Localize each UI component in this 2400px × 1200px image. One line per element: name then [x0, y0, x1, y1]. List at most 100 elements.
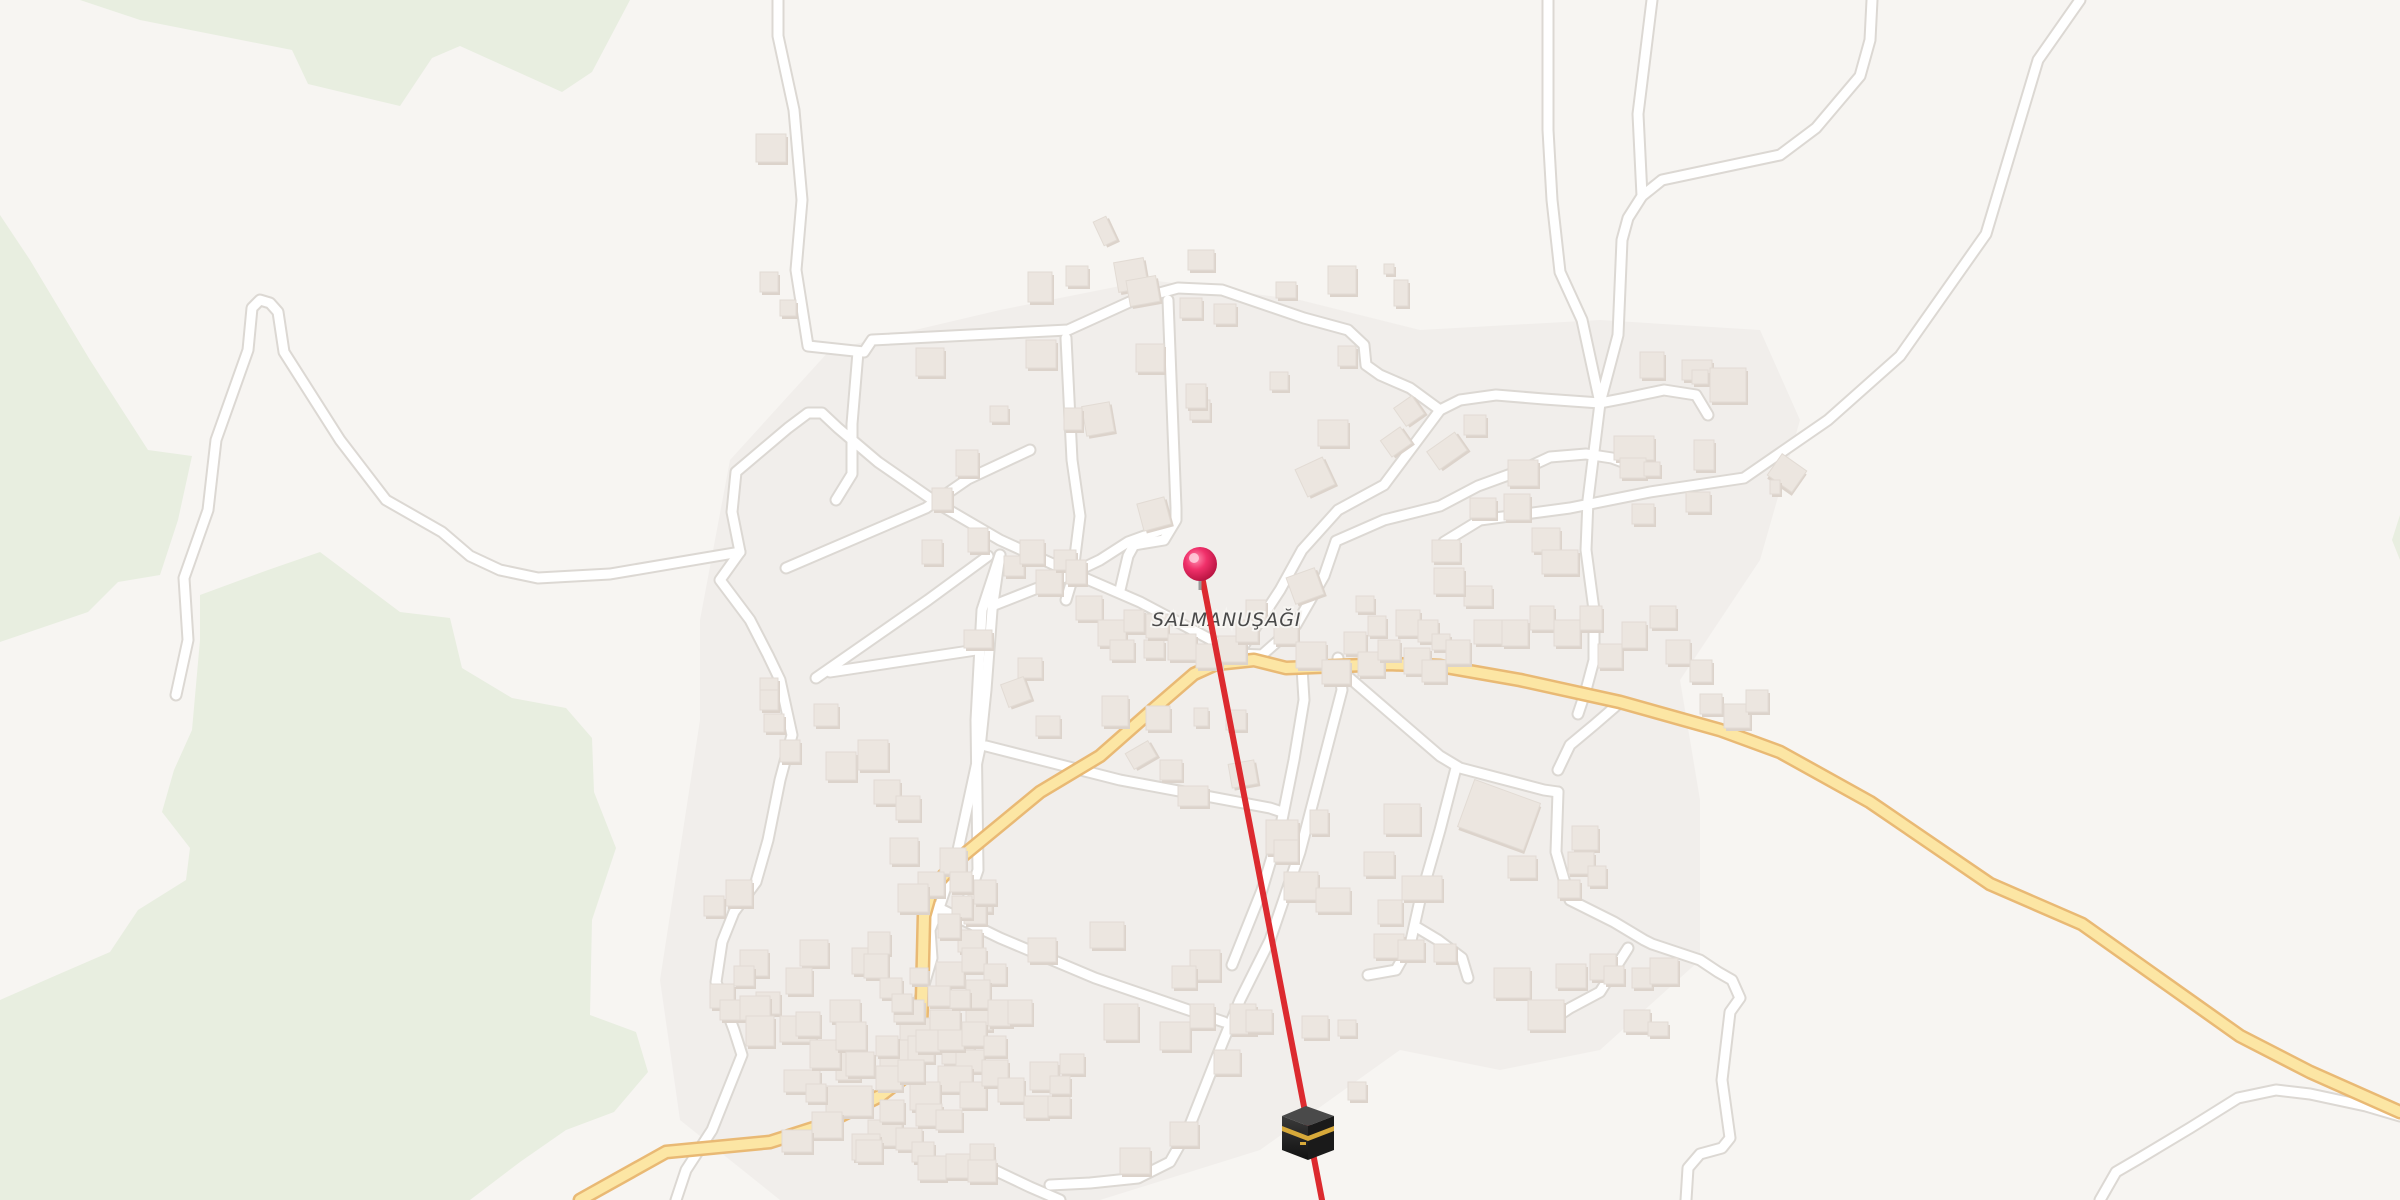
building: [1393, 279, 1410, 309]
building: [1689, 659, 1714, 685]
building: [1587, 865, 1608, 889]
building: [1123, 609, 1146, 635]
building: [1431, 539, 1462, 565]
building: [1135, 343, 1166, 375]
building: [1245, 1009, 1274, 1035]
building: [1035, 569, 1064, 597]
building: [1065, 559, 1088, 587]
building: [1059, 1053, 1086, 1077]
building: [1125, 275, 1163, 310]
building: [955, 449, 980, 479]
building: [1327, 265, 1358, 297]
building: [785, 967, 814, 997]
building: [1159, 759, 1184, 783]
building: [983, 1035, 1008, 1059]
building: [863, 953, 890, 981]
building: [1317, 419, 1350, 449]
building: [1337, 345, 1358, 369]
building: [811, 1111, 844, 1141]
building: [1109, 639, 1136, 663]
building: [1377, 899, 1404, 927]
building: [813, 703, 840, 729]
building: [1433, 943, 1458, 965]
building: [1555, 963, 1588, 991]
building: [1401, 875, 1444, 903]
building: [795, 1011, 822, 1039]
building: [949, 871, 974, 895]
building: [1541, 549, 1580, 577]
building: [1421, 659, 1448, 685]
building: [1027, 937, 1058, 965]
building: [1745, 689, 1770, 715]
building: [889, 837, 920, 867]
building: [1649, 957, 1680, 987]
building: [1171, 965, 1198, 991]
building: [1167, 633, 1198, 663]
building: [1685, 491, 1712, 515]
building: [1553, 619, 1582, 649]
building: [1035, 715, 1062, 739]
building: [1639, 351, 1666, 381]
building: [1507, 459, 1540, 489]
building: [1503, 493, 1532, 523]
building: [867, 931, 892, 957]
building: [1493, 967, 1532, 1001]
building: [1469, 497, 1498, 521]
building: [879, 1099, 906, 1125]
building: [1283, 871, 1320, 903]
building: [1273, 839, 1300, 865]
building: [1189, 1003, 1216, 1031]
building: [759, 689, 780, 713]
destination-marker[interactable]: [1282, 1106, 1334, 1160]
building: [909, 967, 930, 987]
building: [755, 133, 788, 165]
building: [1355, 595, 1376, 615]
building: [1643, 461, 1662, 479]
building: [1089, 921, 1126, 951]
building: [781, 1129, 814, 1155]
building: [1557, 879, 1582, 901]
building: [1019, 539, 1046, 567]
building: [1397, 939, 1426, 963]
building: [835, 1021, 868, 1053]
map-view[interactable]: SALMANUŞAĞI: [0, 0, 2400, 1200]
building: [1597, 643, 1624, 671]
building: [895, 795, 922, 823]
building: [1081, 401, 1117, 439]
building: [1047, 1095, 1072, 1119]
building: [1377, 639, 1402, 663]
building: [989, 405, 1010, 425]
building: [1275, 281, 1298, 301]
building: [927, 985, 952, 1009]
building: [1169, 1121, 1200, 1149]
building: [1699, 693, 1724, 717]
building: [703, 895, 726, 919]
building: [1007, 999, 1034, 1027]
building: [915, 347, 946, 379]
building: [1159, 1021, 1192, 1053]
building: [1501, 619, 1530, 649]
building: [799, 939, 830, 969]
building: [1383, 803, 1422, 837]
building: [845, 1051, 876, 1079]
building: [1433, 567, 1466, 597]
building: [1649, 605, 1678, 631]
building: [949, 989, 972, 1011]
building: [1193, 707, 1210, 729]
building: [1363, 851, 1396, 879]
building: [1065, 265, 1090, 289]
building: [805, 1083, 828, 1105]
building: [963, 629, 994, 651]
building: [1621, 621, 1648, 651]
building: [973, 879, 998, 907]
building: [1473, 619, 1506, 647]
building: [1571, 825, 1600, 853]
pin-icon: [1183, 547, 1217, 581]
building: [1315, 887, 1352, 915]
building: [931, 487, 954, 513]
building: [1103, 1003, 1140, 1043]
building: [967, 1159, 998, 1185]
building: [997, 1077, 1026, 1105]
building: [1769, 479, 1782, 497]
building: [1445, 639, 1472, 667]
